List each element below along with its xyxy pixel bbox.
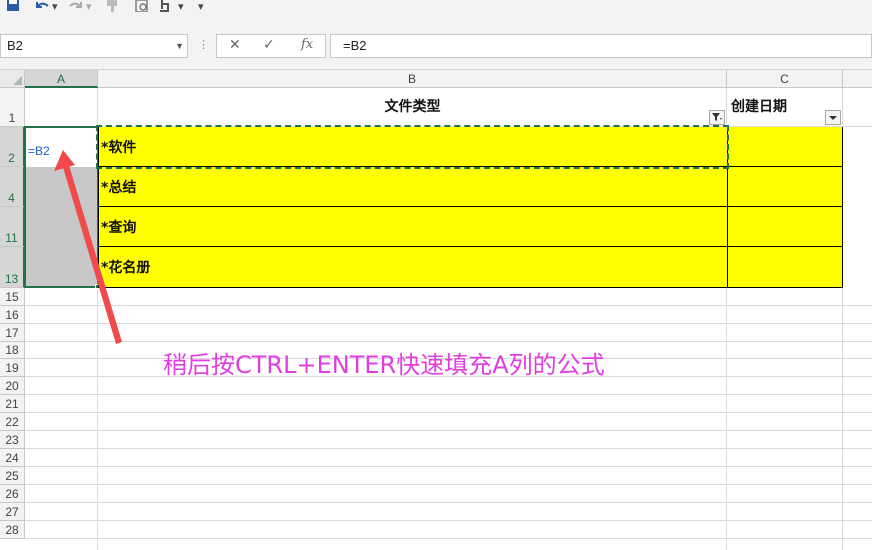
gridline <box>25 305 872 306</box>
row-header-27[interactable]: 27 <box>0 503 25 521</box>
gridline <box>25 520 872 521</box>
row-header-16[interactable]: 16 <box>0 306 25 324</box>
print-preview-icon[interactable] <box>134 0 150 12</box>
undo-icon[interactable] <box>34 0 50 12</box>
row-header-19[interactable]: 19 <box>0 359 25 377</box>
cell-border <box>727 246 843 247</box>
quick-access-toolbar: ▾ ▾ ▾ ▾ <box>0 0 872 22</box>
undo-dropdown-icon[interactable]: ▾ <box>52 0 58 14</box>
row-header-17[interactable]: 17 <box>0 324 25 342</box>
header-file-type-label: 文件类型 <box>384 98 441 115</box>
row-header-25[interactable]: 25 <box>0 467 25 485</box>
formula-input-value: =B2 <box>343 38 367 53</box>
row-header-13[interactable]: 13 <box>0 247 25 288</box>
row-header-18[interactable]: 18 <box>0 342 25 359</box>
gridline <box>25 466 872 467</box>
column-header-c[interactable]: C <box>727 70 843 88</box>
gridline <box>25 430 872 431</box>
formula-bar-grip-icon[interactable]: ⋮ <box>198 38 209 51</box>
header-created-date-label: 创建日期 <box>731 98 787 115</box>
row-header-4[interactable]: 4 <box>0 167 25 207</box>
enter-icon[interactable]: ✓ <box>263 37 275 53</box>
column-header-a[interactable]: A <box>25 70 98 88</box>
cell-border <box>727 206 843 207</box>
column-header-b[interactable]: B <box>98 70 727 88</box>
filter-dropdown-icon[interactable] <box>825 110 841 125</box>
redo-dropdown-icon[interactable]: ▾ <box>86 0 92 14</box>
header-cell-file-type[interactable]: 文件类型 <box>98 88 727 127</box>
column-header-d[interactable] <box>843 70 872 88</box>
row-header-15[interactable]: 15 <box>0 288 25 306</box>
gridline <box>25 502 872 503</box>
filter-active-icon[interactable] <box>709 110 725 125</box>
customize-toolbar-icon[interactable]: ▾ <box>198 0 204 14</box>
redo-icon[interactable] <box>68 0 84 12</box>
touch-dropdown-icon[interactable]: ▾ <box>178 0 184 14</box>
name-box-value: B2 <box>7 38 23 53</box>
data-range-c[interactable] <box>727 127 843 288</box>
gridline <box>25 341 872 342</box>
data-cell-b4[interactable]: *总结 <box>98 167 727 207</box>
cell-border <box>727 166 843 167</box>
row-header-2[interactable]: 2 <box>0 127 25 167</box>
arrow-shaft <box>62 162 122 344</box>
cancel-icon[interactable]: ✕ <box>229 37 241 53</box>
copy-marquee <box>96 125 729 169</box>
row-header-1[interactable]: 1 <box>0 88 25 127</box>
annotation-text: 稍后按CTRL+ENTER快速填充A列的公式 <box>163 351 605 379</box>
arrow-head <box>54 150 75 171</box>
row-header-21[interactable]: 21 <box>0 395 25 413</box>
name-box[interactable]: B2 ▼ <box>0 34 188 58</box>
formula-input[interactable]: =B2 <box>330 34 872 58</box>
gridline <box>25 412 872 413</box>
gridline <box>25 538 872 539</box>
row-header-22[interactable]: 22 <box>0 413 25 431</box>
formula-buttons: ✕ ✓ fx <box>216 34 326 58</box>
data-cell-b13[interactable]: *花名册 <box>98 247 727 288</box>
row-header-11[interactable]: 11 <box>0 207 25 247</box>
row-header-28[interactable]: 28 <box>0 521 25 539</box>
row-header-26[interactable]: 26 <box>0 485 25 503</box>
annotation-arrow <box>54 150 122 344</box>
worksheet-grid[interactable]: A B C 1 2 4 11 13 15 16 17 18 19 20 21 2… <box>0 70 872 550</box>
row-header-23[interactable]: 23 <box>0 431 25 449</box>
touch-mode-icon[interactable] <box>156 0 172 12</box>
gridline <box>25 484 872 485</box>
row-header-20[interactable]: 20 <box>0 377 25 395</box>
row-header-24[interactable]: 24 <box>0 449 25 467</box>
header-cell-created-date[interactable]: 创建日期 <box>728 88 828 127</box>
name-box-dropdown-icon[interactable]: ▼ <box>175 35 184 57</box>
gridline <box>25 394 872 395</box>
select-all-button[interactable] <box>0 70 25 88</box>
data-cell-b11[interactable]: *查询 <box>98 207 727 247</box>
insert-function-icon[interactable]: fx <box>301 37 313 52</box>
gridline <box>25 323 872 324</box>
formula-bar-area: B2 ▼ ⋮ ✕ ✓ fx =B2 <box>0 22 872 70</box>
gridline <box>25 448 872 449</box>
format-painter-icon[interactable] <box>104 0 120 12</box>
save-icon[interactable] <box>6 0 20 12</box>
